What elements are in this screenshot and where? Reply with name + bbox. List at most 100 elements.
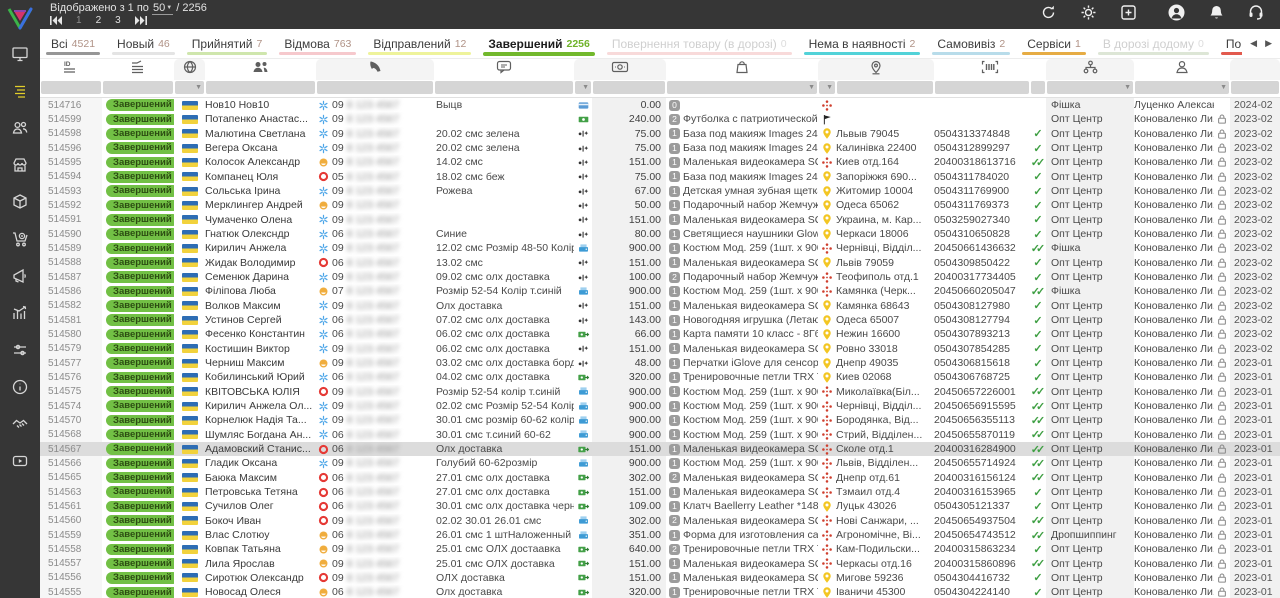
sidebar-item-products[interactable] bbox=[0, 186, 40, 223]
tab-scroll-right-button[interactable]: ▶ bbox=[1265, 38, 1272, 49]
sidebar-item-settings[interactable] bbox=[0, 334, 40, 371]
table-row[interactable]: 514582 Завершений Волков Максим 098 123 … bbox=[40, 299, 1280, 313]
table-row[interactable]: 514561 Завершений Сучилов Олег 068 123 4… bbox=[40, 499, 1280, 513]
column-header-comment[interactable] bbox=[434, 59, 574, 80]
sidebar-item-partners[interactable] bbox=[0, 408, 40, 445]
table-row[interactable]: 514557 Завершений Лила Ярослав 098 123 4… bbox=[40, 557, 1280, 571]
table-row[interactable]: 514567 Завершений Адамовский Станис... 0… bbox=[40, 442, 1280, 456]
column-header-payment[interactable] bbox=[574, 59, 666, 80]
table-row[interactable]: 514599 Завершений Потапенко Анастас... 0… bbox=[40, 112, 1280, 126]
sidebar-item-procurement[interactable] bbox=[0, 223, 40, 260]
filter-city-input[interactable] bbox=[837, 81, 933, 94]
table-row[interactable]: 514580 Завершений Фесенко Константин 068… bbox=[40, 327, 1280, 341]
column-header-id[interactable]: ID bbox=[40, 59, 102, 80]
table-row[interactable]: 514588 Завершений Жидак Володимир 068 12… bbox=[40, 256, 1280, 270]
profile-button[interactable] bbox=[1166, 5, 1186, 25]
table-row[interactable]: 514591 Завершений Чумаченко Олена 098 12… bbox=[40, 213, 1280, 227]
table-row[interactable]: 514566 Завершений Гладик Оксана 098 123 … bbox=[40, 456, 1280, 470]
sidebar-item-statistics[interactable] bbox=[0, 297, 40, 334]
column-header-tracking[interactable] bbox=[934, 59, 1046, 80]
column-header-phone[interactable] bbox=[316, 59, 434, 80]
table-row[interactable]: 514581 Завершений Устинов Сергей 068 123… bbox=[40, 313, 1280, 327]
filter-tracking-input[interactable] bbox=[935, 81, 1029, 94]
table-row[interactable]: 514579 Завершений Костишин Виктор 098 12… bbox=[40, 342, 1280, 356]
table-row[interactable]: 514556 Завершений Сиротюк Олександр 098 … bbox=[40, 571, 1280, 585]
filter-delivery-type-select[interactable]: ▼ bbox=[819, 81, 835, 94]
page-2-button[interactable]: 2 bbox=[96, 15, 102, 26]
tab-11[interactable]: В дорозі додому0 bbox=[1092, 29, 1215, 58]
sidebar-item-info[interactable] bbox=[0, 371, 40, 408]
tab-1[interactable]: Всі4521 bbox=[40, 29, 106, 58]
tab-12[interactable]: Повернення (завершений)125 bbox=[1215, 29, 1242, 58]
table-row[interactable]: 514563 Завершений Петровська Тетяна 068 … bbox=[40, 485, 1280, 499]
table-row[interactable]: 514568 Завершений Шумляс Богдана Ан... 0… bbox=[40, 428, 1280, 442]
table-row[interactable]: 514575 Завершений КВІТОВСЬКА ЮЛІЯ 098 12… bbox=[40, 385, 1280, 399]
notifications-button[interactable] bbox=[1206, 5, 1226, 25]
table-row[interactable]: 514558 Завершений Ковпак Татьяна 098 123… bbox=[40, 542, 1280, 556]
support-button[interactable] bbox=[1246, 5, 1266, 25]
tab-7[interactable]: Повернення товару (в дорозі)0 bbox=[601, 29, 798, 58]
table-row[interactable]: 514586 Завершений Філіпова Люба 078 123 … bbox=[40, 284, 1280, 298]
tab-6[interactable]: Завершений2256 bbox=[477, 29, 600, 58]
table-row[interactable]: 514589 Завершений Кирилич Анжела 098 123… bbox=[40, 241, 1280, 255]
table-row[interactable]: 514559 Завершений Влас Слотюу 068 123 45… bbox=[40, 528, 1280, 542]
filter-funnel-select[interactable]: ▼ bbox=[1047, 81, 1133, 94]
page-1-button[interactable]: 1 bbox=[76, 15, 82, 26]
filter-products-select[interactable]: ▼ bbox=[667, 81, 817, 94]
filter-payment-select[interactable]: ▼ bbox=[575, 81, 591, 94]
column-header-funnel[interactable] bbox=[1046, 59, 1134, 80]
filter-phone-input[interactable] bbox=[317, 81, 433, 94]
tab-5[interactable]: Відправлений12 bbox=[362, 29, 477, 58]
settings-button[interactable] bbox=[1078, 5, 1098, 25]
table-row[interactable]: 514594 Завершений Компанец Юля 058 123 4… bbox=[40, 170, 1280, 184]
table-row[interactable]: 514555 Завершений Новосад Олеся 068 123 … bbox=[40, 585, 1280, 598]
sidebar-item-dashboard[interactable] bbox=[0, 38, 40, 75]
salesdrive-logo-icon[interactable] bbox=[0, 0, 40, 38]
sidebar-item-marketing[interactable] bbox=[0, 260, 40, 297]
column-header-client[interactable] bbox=[205, 59, 316, 80]
per-page-select[interactable]: 50▼ bbox=[152, 2, 173, 15]
column-header-products[interactable] bbox=[666, 59, 818, 80]
table-row[interactable]: 514576 Завершений Кобилинський Юрий 068 … bbox=[40, 370, 1280, 384]
filter-id-input[interactable] bbox=[41, 81, 101, 94]
last-page-button[interactable] bbox=[135, 16, 147, 25]
column-header-country[interactable] bbox=[174, 59, 205, 80]
page-3-button[interactable]: 3 bbox=[115, 15, 121, 26]
table-row[interactable]: 514593 Завершений Сольська Ірина 098 123… bbox=[40, 184, 1280, 198]
tab-10[interactable]: Сервіси1 bbox=[1016, 29, 1092, 58]
sidebar-item-clients[interactable] bbox=[0, 112, 40, 149]
column-header-delivery[interactable] bbox=[818, 59, 934, 80]
table-row[interactable]: 514595 Завершений Колосок Александр 098 … bbox=[40, 155, 1280, 169]
filter-price-input[interactable] bbox=[593, 81, 665, 94]
table-row[interactable]: 514598 Завершений Малютина Светлана 098 … bbox=[40, 127, 1280, 141]
refresh-button[interactable] bbox=[1038, 5, 1058, 25]
sidebar-item-orders[interactable] bbox=[0, 75, 40, 112]
table-row[interactable]: 514587 Завершений Семенюк Дарина 098 123… bbox=[40, 270, 1280, 284]
filter-comment-input[interactable] bbox=[435, 81, 573, 94]
filter-check-input[interactable] bbox=[1031, 81, 1045, 94]
filter-client-input[interactable] bbox=[206, 81, 315, 94]
sidebar-item-video[interactable] bbox=[0, 445, 40, 482]
tab-9[interactable]: Самовивіз2 bbox=[926, 29, 1016, 58]
first-page-button[interactable] bbox=[50, 16, 62, 25]
filter-date-input[interactable] bbox=[1231, 81, 1279, 94]
table-row[interactable]: 514716 Завершений Нов10 Нов10 098 123 45… bbox=[40, 98, 1280, 112]
table-row[interactable]: 514565 Завершений Баюка Максим 068 123 4… bbox=[40, 471, 1280, 485]
tab-4[interactable]: Відмова763 bbox=[273, 29, 362, 58]
table-row[interactable]: 514592 Завершений Мерклингер Андрей 098 … bbox=[40, 198, 1280, 212]
column-header-manager[interactable] bbox=[1134, 59, 1230, 80]
column-header-status[interactable] bbox=[102, 59, 174, 80]
filter-manager-select[interactable]: ▼ bbox=[1135, 81, 1229, 94]
tab-scroll-left-button[interactable]: ◀ bbox=[1250, 38, 1257, 49]
table-row[interactable]: 514596 Завершений Вегера Оксана 098 123 … bbox=[40, 141, 1280, 155]
table-row[interactable]: 514590 Завершений Гнатюк Олексндр 068 12… bbox=[40, 227, 1280, 241]
table-row[interactable]: 514574 Завершений Кирилич Анжела Ол... 0… bbox=[40, 399, 1280, 413]
table-row[interactable]: 514577 Завершений Черниш Максим 098 123 … bbox=[40, 356, 1280, 370]
table-row[interactable]: 514570 Завершений Корнелюк Надія Та... 0… bbox=[40, 413, 1280, 427]
tab-8[interactable]: Нема в наявності2 bbox=[798, 29, 927, 58]
add-new-button[interactable] bbox=[1118, 5, 1138, 25]
sidebar-item-store[interactable] bbox=[0, 149, 40, 186]
table-row[interactable]: 514560 Завершений Бокоч Иван 098 123 456… bbox=[40, 514, 1280, 528]
filter-status-input[interactable] bbox=[103, 81, 173, 94]
filter-country-select[interactable]: ▼ bbox=[175, 81, 204, 94]
